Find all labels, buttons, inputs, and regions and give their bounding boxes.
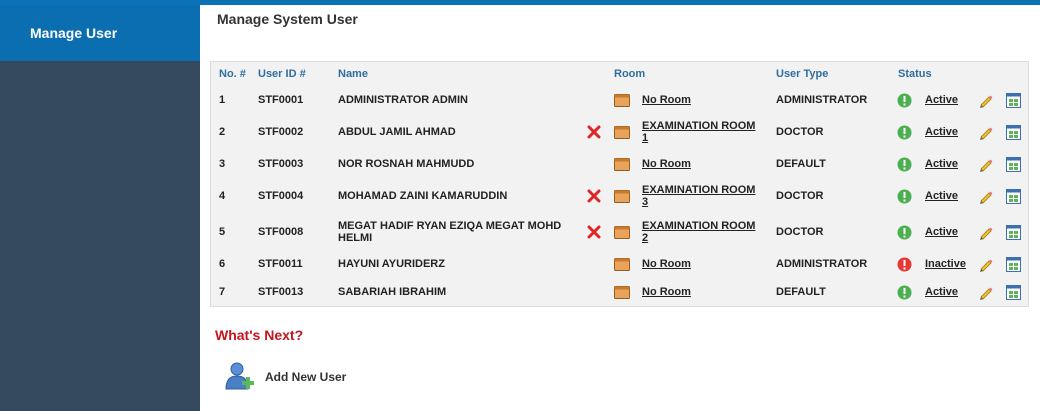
pencil-edit-icon[interactable]: [978, 224, 994, 240]
user-name: HAYUNI AYURIDERZ: [338, 258, 445, 270]
room-icon: [614, 158, 630, 171]
user-name-line2: HELMI: [338, 232, 373, 244]
room-link[interactable]: No Room: [642, 258, 691, 270]
user-id: STF0013: [258, 286, 304, 298]
user-name: MOHAMAD ZAINI KAMARUDDIN: [338, 190, 508, 202]
header-name: Name: [338, 68, 368, 80]
row-number: 7: [219, 286, 226, 298]
room-link-line2[interactable]: 1: [642, 132, 648, 144]
user-id: STF0011: [258, 258, 303, 270]
user-type: DEFAULT: [776, 286, 826, 298]
details-grid-icon[interactable]: [1006, 257, 1021, 272]
status-toggle-link[interactable]: Active: [925, 286, 958, 298]
header-status: Status: [898, 68, 932, 80]
user-type: ADMINISTRATOR: [776, 258, 868, 270]
add-new-user-button[interactable]: Add New User: [225, 361, 365, 393]
pencil-edit-icon[interactable]: [978, 156, 994, 172]
row-number: 1: [219, 94, 226, 106]
status-toggle-link[interactable]: Inactive: [925, 258, 966, 270]
room-icon: [614, 226, 630, 239]
status-active-icon: [897, 285, 912, 300]
user-id: STF0001: [258, 94, 304, 106]
row-number: 6: [219, 258, 226, 270]
user-type: DEFAULT: [776, 158, 826, 170]
user-name: ADMINISTRATOR ADMIN: [338, 94, 468, 106]
status-active-icon: [897, 189, 912, 204]
user-name: NOR ROSNAH MAHMUDD: [338, 158, 475, 170]
status-toggle-link[interactable]: Active: [925, 94, 958, 106]
header-user-id: User ID #: [258, 68, 306, 80]
details-grid-icon[interactable]: [1006, 93, 1021, 108]
room-icon: [614, 190, 630, 203]
details-grid-icon[interactable]: [1006, 285, 1021, 300]
room-link-line2[interactable]: 2: [642, 232, 648, 244]
user-type: DOCTOR: [776, 226, 824, 238]
remove-room-x-icon[interactable]: [587, 189, 601, 203]
room-icon: [614, 286, 630, 299]
status-active-icon: [897, 125, 912, 140]
user-id: STF0008: [258, 226, 304, 238]
room-icon: [614, 94, 630, 107]
status-toggle-link[interactable]: Active: [925, 158, 958, 170]
status-toggle-link[interactable]: Active: [925, 190, 958, 202]
status-active-icon: [897, 93, 912, 108]
row-number: 3: [219, 158, 226, 170]
user-name: MEGAT HADIF RYAN EZIQA MEGAT MOHD: [338, 220, 562, 232]
remove-room-x-icon[interactable]: [587, 125, 601, 139]
room-link-line2[interactable]: 3: [642, 196, 648, 208]
room-link[interactable]: No Room: [642, 286, 691, 298]
room-icon: [614, 126, 630, 139]
room-link[interactable]: No Room: [642, 158, 691, 170]
user-type: ADMINISTRATOR: [776, 94, 868, 106]
user-id: STF0002: [258, 126, 304, 138]
pencil-edit-icon[interactable]: [978, 124, 994, 140]
user-id: STF0004: [258, 190, 304, 202]
sidebar-item-label: Manage User: [30, 25, 118, 41]
pencil-edit-icon[interactable]: [978, 188, 994, 204]
status-active-icon: [897, 157, 912, 172]
user-name: ABDUL JAMIL AHMAD: [338, 126, 456, 138]
room-link[interactable]: EXAMINATION ROOM: [642, 184, 755, 196]
details-grid-icon[interactable]: [1006, 157, 1021, 172]
header-room: Room: [614, 68, 646, 80]
status-toggle-link[interactable]: Active: [925, 226, 958, 238]
pencil-edit-icon[interactable]: [978, 92, 994, 108]
header-user-type: User Type: [776, 68, 829, 80]
details-grid-icon[interactable]: [1006, 189, 1021, 204]
user-type: DOCTOR: [776, 190, 824, 202]
room-icon: [614, 258, 630, 271]
remove-room-x-icon[interactable]: [587, 225, 601, 239]
sidebar: [0, 0, 200, 411]
header-no: No. #: [219, 68, 246, 80]
add-new-user-label: Add New User: [265, 370, 347, 384]
whats-next-title: What's Next?: [215, 327, 304, 343]
row-number: 4: [219, 190, 226, 202]
user-id: STF0003: [258, 158, 304, 170]
room-link[interactable]: EXAMINATION ROOM: [642, 220, 755, 232]
room-link[interactable]: EXAMINATION ROOM: [642, 120, 755, 132]
user-name: SABARIAH IBRAHIM: [338, 286, 447, 298]
add-user-icon: [225, 362, 254, 390]
row-number: 5: [219, 226, 226, 238]
status-inactive-icon: [897, 257, 912, 272]
pencil-edit-icon[interactable]: [978, 256, 994, 272]
user-type: DOCTOR: [776, 126, 824, 138]
details-grid-icon[interactable]: [1006, 125, 1021, 140]
room-link[interactable]: No Room: [642, 94, 691, 106]
status-active-icon: [897, 225, 912, 240]
row-number: 2: [219, 126, 226, 138]
status-toggle-link[interactable]: Active: [925, 126, 958, 138]
pencil-edit-icon[interactable]: [978, 284, 994, 300]
page-title: Manage System User: [217, 11, 358, 27]
sidebar-item-manage-user[interactable]: Manage User: [0, 5, 200, 61]
details-grid-icon[interactable]: [1006, 225, 1021, 240]
